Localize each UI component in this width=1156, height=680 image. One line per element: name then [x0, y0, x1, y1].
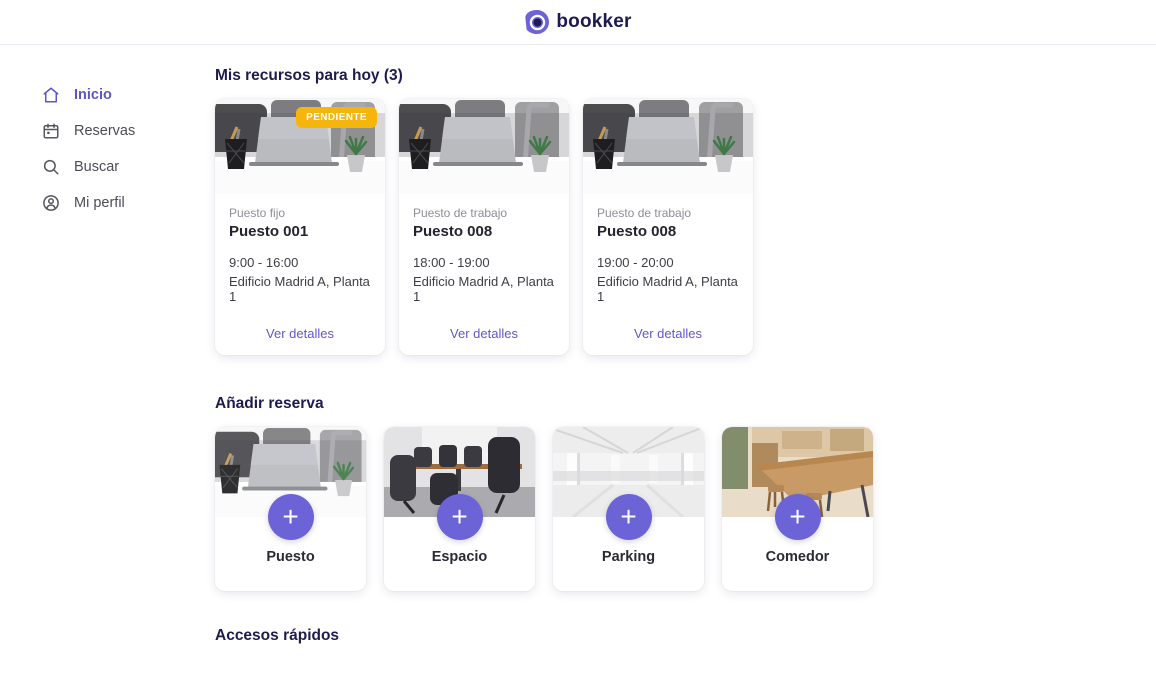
- home-icon: [42, 86, 60, 104]
- resource-card-body: Puesto de trabajo Puesto 008 19:00 - 20:…: [583, 194, 753, 355]
- top-header: bookker: [0, 0, 1156, 45]
- sidebar-item-label: Inicio: [74, 87, 112, 103]
- add-card-puesto[interactable]: + Puesto: [215, 427, 366, 591]
- resource-name: Puesto 008: [597, 223, 739, 240]
- desk-image: [583, 99, 753, 194]
- resources-section-title: Mis recursos para hoy (3): [215, 67, 1156, 85]
- resources-card-row: PENDIENTE Puesto fijo Puesto 001 9:00 - …: [215, 99, 1156, 355]
- bookker-logo[interactable]: bookker: [524, 9, 631, 35]
- resource-card-body: Puesto de trabajo Puesto 008 18:00 - 19:…: [399, 194, 569, 355]
- resource-type: Puesto de trabajo: [597, 206, 739, 220]
- desk-image: [399, 99, 569, 194]
- resource-name: Puesto 001: [229, 223, 371, 240]
- profile-icon: [42, 194, 60, 212]
- plus-icon[interactable]: +: [606, 494, 652, 540]
- resource-location: Edificio Madrid A, Planta 1: [229, 274, 371, 304]
- resource-type: Puesto fijo: [229, 206, 371, 220]
- add-card-label: Puesto: [215, 549, 366, 565]
- search-icon: [42, 158, 60, 176]
- resource-name: Puesto 008: [413, 223, 555, 240]
- resource-time: 9:00 - 16:00: [229, 255, 371, 270]
- resource-time: 19:00 - 20:00: [597, 255, 739, 270]
- status-badge: PENDIENTE: [296, 107, 377, 128]
- add-card-label: Parking: [553, 549, 704, 565]
- resource-card: Puesto de trabajo Puesto 008 18:00 - 19:…: [399, 99, 569, 355]
- resource-location: Edificio Madrid A, Planta 1: [413, 274, 555, 304]
- view-details-link[interactable]: Ver detalles: [229, 326, 371, 341]
- resource-card: Puesto de trabajo Puesto 008 19:00 - 20:…: [583, 99, 753, 355]
- sidebar: Inicio Reservas Buscar: [0, 45, 215, 680]
- resource-location: Edificio Madrid A, Planta 1: [597, 274, 739, 304]
- sidebar-item-label: Buscar: [74, 159, 119, 175]
- add-card-espacio[interactable]: + Espacio: [384, 427, 535, 591]
- resource-card-body: Puesto fijo Puesto 001 9:00 - 16:00 Edif…: [215, 194, 385, 355]
- sidebar-item-inicio[interactable]: Inicio: [42, 77, 215, 113]
- desk-image: PENDIENTE: [215, 99, 385, 194]
- calendar-icon: [42, 122, 60, 140]
- main-content: Mis recursos para hoy (3) PENDIENTE Pues…: [215, 45, 1156, 680]
- sidebar-item-mi-perfil[interactable]: Mi perfil: [42, 185, 215, 221]
- plus-icon[interactable]: +: [268, 494, 314, 540]
- plus-icon[interactable]: +: [437, 494, 483, 540]
- plus-icon[interactable]: +: [775, 494, 821, 540]
- add-section-title: Añadir reserva: [215, 395, 1156, 413]
- logo-text: bookker: [556, 11, 631, 33]
- add-card-label: Espacio: [384, 549, 535, 565]
- add-card-comedor[interactable]: + Comedor: [722, 427, 873, 591]
- sidebar-item-label: Mi perfil: [74, 195, 125, 211]
- add-reservation-row: + Puesto + Espacio + Parking: [215, 427, 1156, 591]
- sidebar-item-reservas[interactable]: Reservas: [42, 113, 215, 149]
- view-details-link[interactable]: Ver detalles: [597, 326, 739, 341]
- quick-access-section-title: Accesos rápidos: [215, 627, 1156, 645]
- bookker-logo-icon: [524, 9, 550, 35]
- sidebar-item-label: Reservas: [74, 123, 135, 139]
- resource-type: Puesto de trabajo: [413, 206, 555, 220]
- add-card-parking[interactable]: + Parking: [553, 427, 704, 591]
- sidebar-item-buscar[interactable]: Buscar: [42, 149, 215, 185]
- resource-time: 18:00 - 19:00: [413, 255, 555, 270]
- add-card-label: Comedor: [722, 549, 873, 565]
- resource-card: PENDIENTE Puesto fijo Puesto 001 9:00 - …: [215, 99, 385, 355]
- view-details-link[interactable]: Ver detalles: [413, 326, 555, 341]
